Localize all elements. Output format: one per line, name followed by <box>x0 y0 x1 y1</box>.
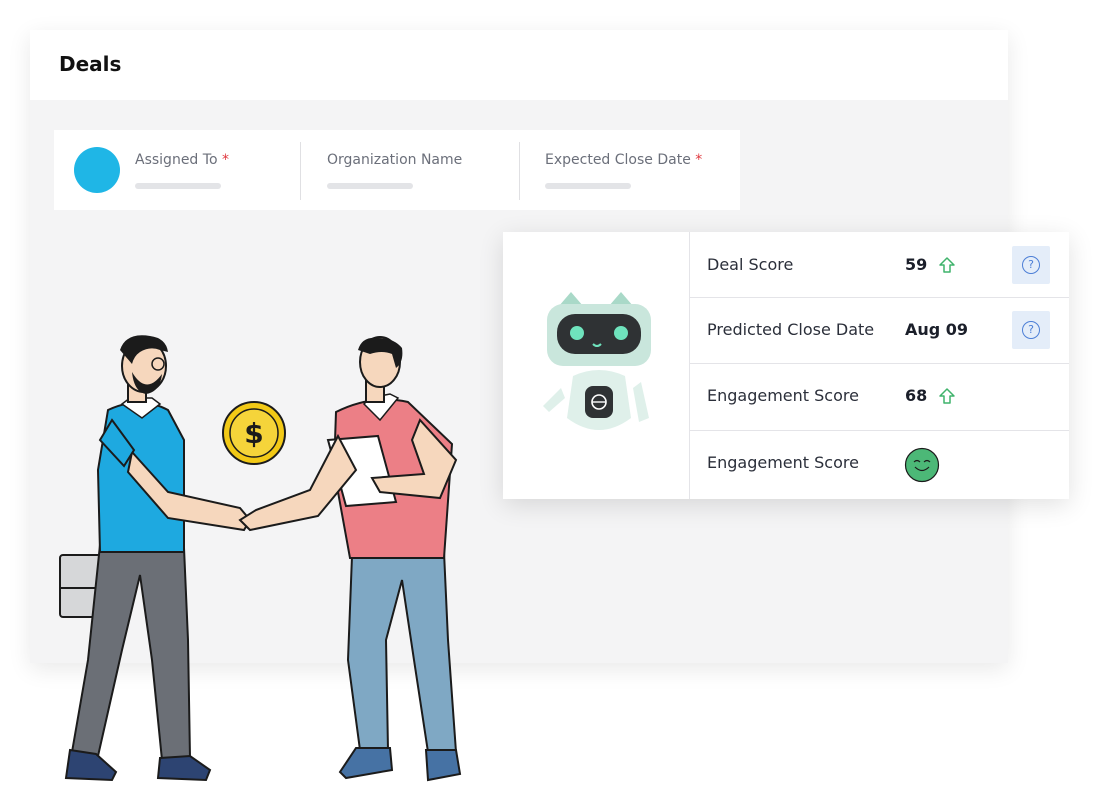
required-marker: * <box>221 152 229 168</box>
deal-fields-bar: Assigned To * Organization Name Expected… <box>54 130 740 210</box>
organization-name-field[interactable] <box>327 183 413 189</box>
score-row: Engagement Score 68 <box>690 364 1069 431</box>
expected-close-date-text: Expected Close Date <box>545 152 691 168</box>
score-value: 59 <box>905 255 928 274</box>
score-value: 68 <box>905 386 928 405</box>
robot-assistant-icon <box>543 292 651 430</box>
expected-close-date-field[interactable] <box>545 183 631 189</box>
ai-assistant-cell <box>503 232 690 499</box>
organization-name-label: Organization Name <box>327 152 462 168</box>
deal-insights-panel: Deal Score 59 ? Predicted Close Date Aug… <box>503 232 1069 499</box>
score-label: Predicted Close Date <box>707 320 875 339</box>
score-row: Engagement Score <box>690 431 1069 499</box>
arrow-up-icon <box>939 388 955 404</box>
deals-header: Deals <box>30 30 1008 100</box>
help-button[interactable]: ? <box>1012 311 1050 349</box>
score-label: Deal Score <box>707 255 794 274</box>
field-divider <box>519 142 520 200</box>
required-marker: * <box>695 152 703 168</box>
assigned-to-label: Assigned To * <box>135 152 229 168</box>
assigned-to-text: Assigned To <box>135 152 218 168</box>
assigned-to-field[interactable] <box>135 183 221 189</box>
score-value: Aug 09 <box>905 320 969 339</box>
expected-close-date-label: Expected Close Date * <box>545 152 702 168</box>
avatar[interactable] <box>74 147 120 193</box>
page-title: Deals <box>59 52 122 76</box>
field-divider <box>300 142 301 200</box>
score-row: Predicted Close Date Aug 09 ? <box>690 298 1069 364</box>
question-icon: ? <box>1022 321 1040 339</box>
smiley-face-icon <box>904 447 940 483</box>
organization-name-text: Organization Name <box>327 152 463 168</box>
arrow-up-icon <box>939 257 955 273</box>
score-label: Engagement Score <box>707 386 859 405</box>
score-row: Deal Score 59 ? <box>690 232 1069 298</box>
score-label: Engagement Score <box>707 453 859 472</box>
question-icon: ? <box>1022 256 1040 274</box>
help-button[interactable]: ? <box>1012 246 1050 284</box>
